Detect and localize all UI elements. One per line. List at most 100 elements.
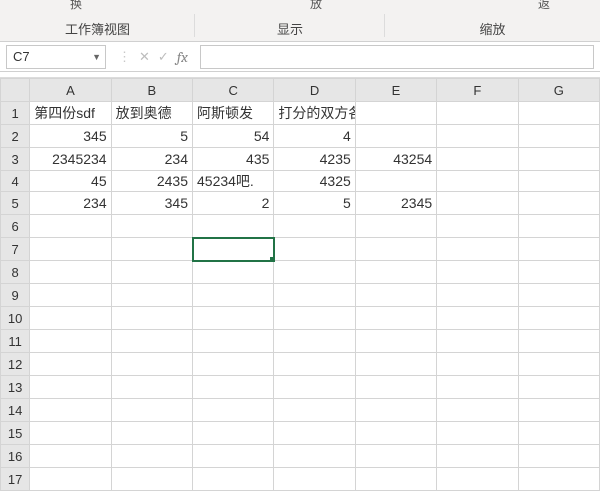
cell-C17[interactable] [193,468,274,491]
cell-E10[interactable] [355,307,436,330]
cell-C15[interactable] [193,422,274,445]
cell-D8[interactable] [274,261,355,284]
cell-A15[interactable] [30,422,111,445]
cell-F13[interactable] [437,376,518,399]
cell-C10[interactable] [193,307,274,330]
cell-G8[interactable] [518,261,599,284]
cell-C14[interactable] [193,399,274,422]
cell-F4[interactable] [437,171,518,192]
row-header-16[interactable]: 16 [1,445,30,468]
cell-G14[interactable] [518,399,599,422]
cell-E7[interactable] [355,238,436,261]
cell-G9[interactable] [518,284,599,307]
fx-icon[interactable]: fx [177,48,188,66]
column-header-D[interactable]: D [274,79,355,102]
cell-C11[interactable] [193,330,274,353]
cell-G13[interactable] [518,376,599,399]
cell-E8[interactable] [355,261,436,284]
cell-D7[interactable] [274,238,355,261]
cell-A10[interactable] [30,307,111,330]
cell-E5[interactable]: 2345 [355,192,436,215]
row-header-10[interactable]: 10 [1,307,30,330]
cell-E3[interactable]: 43254 [355,148,436,171]
cell-E2[interactable] [355,125,436,148]
spreadsheet-grid[interactable]: ABCDEFG1第四份sdf放到奥德阿斯顿发打分的双方各234555443234… [0,78,600,491]
cell-A9[interactable] [30,284,111,307]
cell-B17[interactable] [111,468,192,491]
cell-E11[interactable] [355,330,436,353]
cell-B7[interactable] [111,238,192,261]
cell-E12[interactable] [355,353,436,376]
cell-D13[interactable] [274,376,355,399]
cell-B5[interactable]: 345 [111,192,192,215]
cell-D3[interactable]: 4235 [274,148,355,171]
cell-F8[interactable] [437,261,518,284]
cell-E13[interactable] [355,376,436,399]
cell-A16[interactable] [30,445,111,468]
select-all-corner[interactable] [1,79,30,102]
cell-C6[interactable] [193,215,274,238]
cell-C13[interactable] [193,376,274,399]
cell-C16[interactable] [193,445,274,468]
cell-D1[interactable]: 打分的双方各 [274,102,355,125]
cell-E15[interactable] [355,422,436,445]
cell-F6[interactable] [437,215,518,238]
cell-A8[interactable] [30,261,111,284]
cell-G12[interactable] [518,353,599,376]
cell-A3[interactable]: 2345234 [30,148,111,171]
row-header-9[interactable]: 9 [1,284,30,307]
row-header-14[interactable]: 14 [1,399,30,422]
ribbon-group-show[interactable]: 显示 [195,12,385,41]
cell-F5[interactable] [437,192,518,215]
cell-A2[interactable]: 345 [30,125,111,148]
cell-G15[interactable] [518,422,599,445]
column-header-E[interactable]: E [355,79,436,102]
cell-G5[interactable] [518,192,599,215]
cell-B2[interactable]: 5 [111,125,192,148]
cell-B6[interactable] [111,215,192,238]
cell-D9[interactable] [274,284,355,307]
cell-B14[interactable] [111,399,192,422]
cell-A12[interactable] [30,353,111,376]
column-header-A[interactable]: A [30,79,111,102]
cell-G16[interactable] [518,445,599,468]
cell-A13[interactable] [30,376,111,399]
row-header-15[interactable]: 15 [1,422,30,445]
cell-D14[interactable] [274,399,355,422]
cell-B13[interactable] [111,376,192,399]
cell-E4[interactable] [355,171,436,192]
cell-B16[interactable] [111,445,192,468]
cell-G17[interactable] [518,468,599,491]
cell-E6[interactable] [355,215,436,238]
row-header-13[interactable]: 13 [1,376,30,399]
cell-G2[interactable] [518,125,599,148]
row-header-7[interactable]: 7 [1,238,30,261]
ribbon-group-workbook-views[interactable]: 工作簿视图 [0,12,195,41]
cell-D10[interactable] [274,307,355,330]
cell-F16[interactable] [437,445,518,468]
cell-F10[interactable] [437,307,518,330]
row-header-17[interactable]: 17 [1,468,30,491]
cell-C5[interactable]: 2 [193,192,274,215]
cell-D6[interactable] [274,215,355,238]
cell-B11[interactable] [111,330,192,353]
row-header-8[interactable]: 8 [1,261,30,284]
cell-G1[interactable] [518,102,599,125]
row-header-3[interactable]: 3 [1,148,30,171]
cell-B15[interactable] [111,422,192,445]
cell-F15[interactable] [437,422,518,445]
cell-F9[interactable] [437,284,518,307]
ribbon-group-zoom[interactable]: 缩放 [385,12,600,41]
column-header-F[interactable]: F [437,79,518,102]
name-box[interactable]: C7 ▼ [6,45,106,69]
cell-D5[interactable]: 5 [274,192,355,215]
cell-A4[interactable]: 45 [30,171,111,192]
cell-D15[interactable] [274,422,355,445]
column-header-G[interactable]: G [518,79,599,102]
cell-F11[interactable] [437,330,518,353]
cell-F7[interactable] [437,238,518,261]
cell-A11[interactable] [30,330,111,353]
cell-G11[interactable] [518,330,599,353]
cell-B3[interactable]: 234 [111,148,192,171]
cell-B12[interactable] [111,353,192,376]
